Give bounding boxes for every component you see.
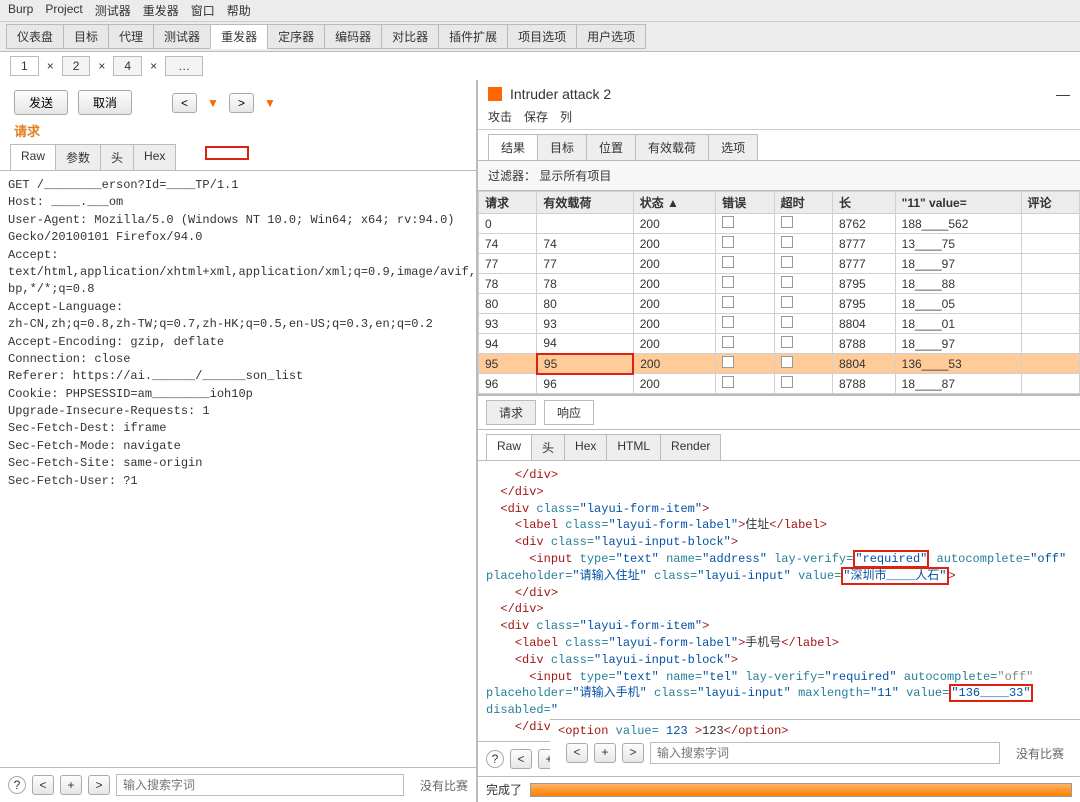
search-next-button[interactable]: >: [88, 775, 110, 795]
search-next-button[interactable]: >: [622, 743, 644, 763]
tool-tab-4[interactable]: 重发器: [210, 24, 268, 49]
col-7[interactable]: 评论: [1021, 192, 1079, 214]
tool-tab-0[interactable]: 仪表盘: [6, 24, 64, 49]
nav-back-button[interactable]: <: [172, 93, 197, 113]
tool-tab-1[interactable]: 目标: [63, 24, 109, 49]
col-6[interactable]: "11" value=: [895, 192, 1021, 214]
tool-tab-6[interactable]: 编码器: [324, 24, 382, 49]
tool-tab-5[interactable]: 定序器: [267, 24, 325, 49]
no-match-label: 没有比赛: [1006, 745, 1064, 762]
response-raw[interactable]: </div> </div> <div class="layui-form-ite…: [478, 461, 1080, 741]
table-row[interactable]: 7474200877713____75: [479, 234, 1080, 254]
table-row[interactable]: 9696200878818____87: [479, 374, 1080, 394]
table-row[interactable]: 02008762188____562: [479, 214, 1080, 234]
request-label: 请求: [0, 121, 476, 144]
tab-results[interactable]: 结果: [488, 134, 538, 160]
tab-positions[interactable]: 位置: [586, 134, 636, 160]
minimize-button[interactable]: —: [1056, 86, 1070, 102]
table-row[interactable]: 95952008804136____53: [479, 354, 1080, 374]
repeater-pane: 发送 取消 < ▼ > ▼ 请求 Raw 参数 头 Hex GET /_____…: [0, 80, 478, 802]
tab-options[interactable]: 选项: [708, 134, 758, 160]
tool-tab-10[interactable]: 用户选项: [576, 24, 646, 49]
help-icon[interactable]: ?: [486, 750, 504, 768]
tool-tab-3[interactable]: 测试器: [153, 24, 211, 49]
tab-hex[interactable]: Hex: [133, 144, 176, 170]
search-input[interactable]: [650, 742, 1000, 764]
table-row[interactable]: 9393200880418____01: [479, 314, 1080, 334]
cancel-button[interactable]: 取消: [78, 90, 132, 115]
burp-icon: [488, 87, 502, 101]
resp-tab-html[interactable]: HTML: [606, 434, 661, 460]
detail-tab-response[interactable]: 响应: [544, 400, 594, 425]
nav-fwd-button[interactable]: >: [229, 93, 254, 113]
tool-tab-7[interactable]: 对比器: [381, 24, 439, 49]
detail-tab-request[interactable]: 请求: [486, 400, 536, 425]
col-5[interactable]: 长: [832, 192, 895, 214]
progress-label: 完成了: [486, 781, 522, 798]
search-plus-button[interactable]: +: [60, 775, 82, 795]
menu-tester[interactable]: 测试器: [95, 2, 131, 19]
tab-params[interactable]: 参数: [55, 144, 101, 170]
subtab-1[interactable]: 1: [10, 56, 39, 76]
search-input[interactable]: [116, 774, 404, 796]
tab-target[interactable]: 目标: [537, 134, 587, 160]
resp-tab-hex[interactable]: Hex: [564, 434, 607, 460]
table-row[interactable]: 8080200879518____05: [479, 294, 1080, 314]
results-grid[interactable]: 请求有效载荷状态 ▲错误超时长"11" value=评论02008762188_…: [478, 191, 1080, 396]
help-icon[interactable]: ?: [8, 776, 26, 794]
col-3[interactable]: 错误: [716, 192, 774, 214]
search-prev-button[interactable]: <: [32, 775, 54, 795]
window-title: Intruder attack 2: [510, 86, 611, 102]
app-menubar: Burp Project 测试器 重发器 窗口 帮助: [0, 0, 1080, 22]
menu-project[interactable]: Project: [45, 2, 82, 19]
menu-burp[interactable]: Burp: [8, 2, 33, 19]
filter-value[interactable]: 显示所有项目: [539, 169, 611, 183]
tool-tab-9[interactable]: 项目选项: [507, 24, 577, 49]
table-row[interactable]: 9494200878818____97: [479, 334, 1080, 354]
search-prev-button[interactable]: <: [510, 749, 532, 769]
col-1[interactable]: 有效载荷: [537, 192, 633, 214]
table-row[interactable]: 7878200879518____88: [479, 274, 1080, 294]
tab-payloads[interactable]: 有效载荷: [635, 134, 709, 160]
resp-tab-render[interactable]: Render: [660, 434, 721, 460]
tab-raw[interactable]: Raw: [10, 144, 56, 170]
highlight-box: [205, 146, 249, 160]
subtab-4[interactable]: 4: [113, 56, 142, 76]
progress-bar: [530, 783, 1072, 797]
subtab-overflow[interactable]: …: [165, 56, 203, 76]
col-4[interactable]: 超时: [774, 192, 832, 214]
table-row[interactable]: 7777200877718____97: [479, 254, 1080, 274]
intruder-window: Intruder attack 2 — 攻击 保存 列 结果 目标 位置 有效载…: [478, 80, 1080, 802]
col-2[interactable]: 状态 ▲: [633, 192, 715, 214]
menu-attack[interactable]: 攻击: [488, 108, 512, 125]
menu-window[interactable]: 窗口: [191, 2, 215, 19]
menu-repeater[interactable]: 重发器: [143, 2, 179, 19]
tool-tab-2[interactable]: 代理: [108, 24, 154, 49]
menu-columns[interactable]: 列: [560, 108, 572, 125]
filter-label: 过滤器：: [488, 169, 536, 183]
tab-headers[interactable]: 头: [100, 144, 134, 170]
resp-tab-raw[interactable]: Raw: [486, 434, 532, 460]
request-raw[interactable]: GET /________erson?Id=____TP/1.1 Host: _…: [0, 171, 476, 767]
send-button[interactable]: 发送: [14, 90, 68, 115]
search-plus-button[interactable]: +: [594, 743, 616, 763]
search-prev-button[interactable]: <: [566, 743, 588, 763]
menu-save[interactable]: 保存: [524, 108, 548, 125]
resp-tab-headers[interactable]: 头: [531, 434, 565, 460]
no-match-label: 没有比赛: [410, 777, 468, 794]
bottom-snippet: <option value= 123 >123</option> < + > 没…: [550, 719, 1080, 774]
subtab-2[interactable]: 2: [62, 56, 91, 76]
tool-tabs: 仪表盘目标代理测试器重发器定序器编码器对比器插件扩展项目选项用户选项: [0, 22, 1080, 52]
repeater-subtabs: 1× 2× 4× …: [0, 52, 1080, 80]
menu-help[interactable]: 帮助: [227, 2, 251, 19]
tool-tab-8[interactable]: 插件扩展: [438, 24, 508, 49]
col-0[interactable]: 请求: [479, 192, 537, 214]
